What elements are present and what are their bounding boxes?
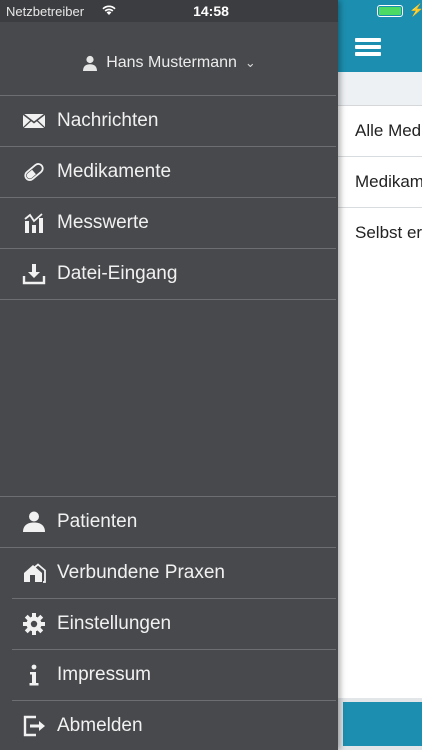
nav-item-datei-eingang[interactable]: Datei-Eingang (0, 249, 336, 300)
chevron-down-icon: ⌄ (244, 55, 256, 70)
list-item[interactable]: Selbst erfasst (338, 208, 422, 259)
pill-icon (22, 160, 46, 184)
list-item[interactable]: Alle Medikamente (338, 106, 422, 157)
user-switcher[interactable]: Hans Mustermann ⌄ (0, 40, 338, 86)
nav-item-label: Datei-Eingang (57, 263, 178, 284)
main-list: Alle Medikamente Medikamente Selbst erfa… (338, 106, 422, 259)
nav-item-label: Messwerte (57, 212, 149, 233)
side-drawer: Hans Mustermann ⌄ Nachrichten Medikament… (0, 0, 338, 750)
envelope-icon (22, 109, 46, 133)
charging-icon: ⚡ (409, 3, 422, 17)
battery-icon (377, 5, 403, 17)
person-icon (22, 510, 46, 534)
nav-list-top: Nachrichten Medikamente Messwerte Datei-… (0, 95, 336, 300)
gear-icon (22, 612, 46, 636)
nav-item-nachrichten[interactable]: Nachrichten (0, 96, 336, 147)
nav-item-label: Patienten (57, 511, 138, 532)
nav-item-impressum[interactable]: Impressum (12, 650, 336, 701)
user-icon (82, 55, 98, 71)
info-icon (22, 663, 46, 687)
nav-item-label: Nachrichten (57, 110, 159, 131)
user-name: Hans Mustermann (106, 54, 237, 71)
nav-item-patienten[interactable]: Patienten (0, 497, 336, 548)
footer-action-button[interactable] (343, 702, 422, 746)
logout-icon (22, 714, 46, 738)
chart-icon (22, 211, 46, 235)
nav-item-label: Impressum (57, 664, 151, 685)
house-icon (22, 561, 46, 585)
nav-item-label: Verbundene Praxen (57, 562, 225, 583)
hamburger-menu-icon[interactable] (355, 36, 381, 58)
nav-list-bottom: Patienten Verbundene Praxen Einstellunge… (0, 496, 336, 750)
main-content-area (338, 258, 422, 698)
nav-item-verbundene-praxen[interactable]: Verbundene Praxen (12, 548, 336, 599)
nav-item-abmelden[interactable]: Abmelden (12, 701, 336, 750)
status-bar: Netzbetreiber 14:58 ⚡ (0, 0, 422, 22)
nav-item-messwerte[interactable]: Messwerte (0, 198, 336, 249)
nav-item-label: Abmelden (57, 715, 143, 736)
nav-item-label: Einstellungen (57, 613, 172, 634)
nav-item-label: Medikamente (57, 161, 172, 182)
download-icon (22, 262, 46, 286)
clock: 14:58 (193, 3, 229, 19)
nav-item-medikamente[interactable]: Medikamente (0, 147, 336, 198)
list-item[interactable]: Medikamente (338, 157, 422, 208)
sub-header (338, 72, 422, 106)
nav-item-einstellungen[interactable]: Einstellungen (12, 599, 336, 650)
